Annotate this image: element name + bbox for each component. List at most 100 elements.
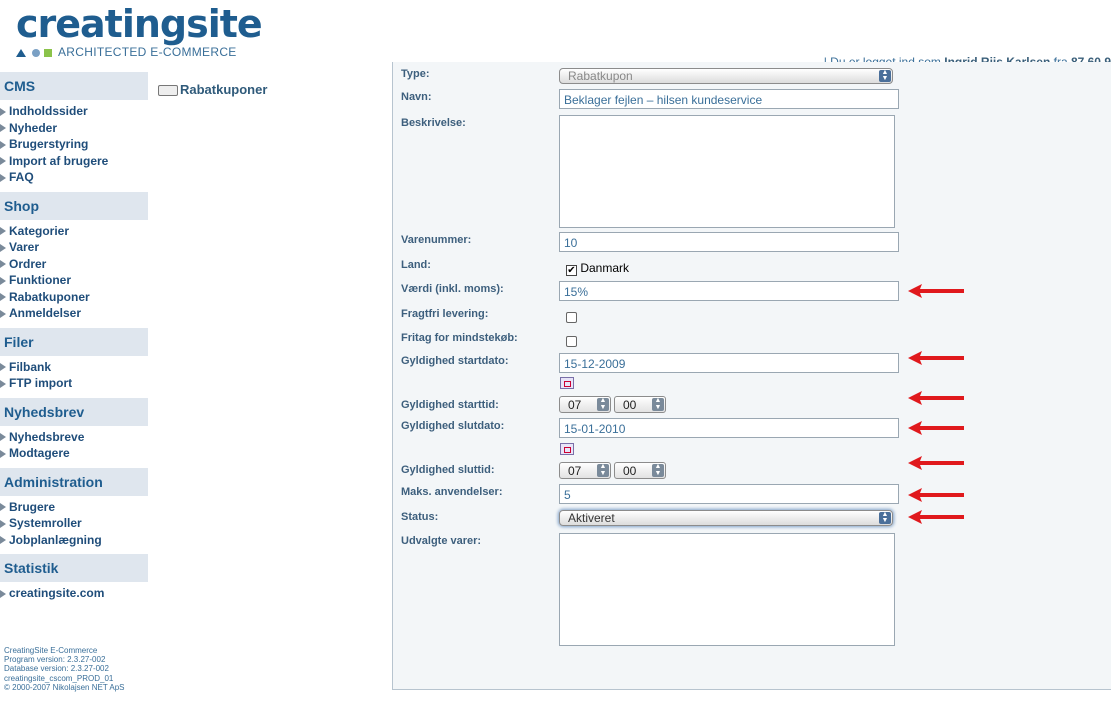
triangle-right-icon [0, 536, 6, 545]
sidebar-item-label: Import af brugere [9, 153, 109, 168]
free-shipping-label: Fragtfri levering: [401, 308, 489, 320]
sidebar-item[interactable]: Import af brugere [0, 153, 148, 170]
select-arrows-icon: ▲ ▼ [652, 463, 664, 477]
annotation-arrow-icon [908, 391, 964, 405]
triangle-right-icon [0, 276, 6, 285]
version-info: CreatingSite E-Commerce Program version:… [4, 646, 125, 692]
sidebar-item-label: Varer [9, 240, 40, 254]
triangle-right-icon [0, 503, 6, 512]
calendar-icon[interactable] [560, 377, 574, 389]
type-select[interactable]: Rabatkupon ▲ ▼ [559, 68, 893, 84]
sidebar-item[interactable]: Varer [0, 239, 148, 256]
sidebar-item[interactable]: Filbank [0, 359, 148, 376]
sidebar-item-label: Filbank [9, 359, 52, 374]
sidebar-item[interactable]: Funktioner [0, 272, 148, 289]
status-select[interactable]: Aktiveret ▲ ▼ [559, 510, 893, 526]
sidebar-item-label: Nyhedsbreve [9, 429, 85, 444]
sidebar-item[interactable]: Nyheder [0, 120, 148, 137]
coupon-form: Type: Rabatkupon ▲ ▼ Navn: Beklager fejlen… [392, 62, 1111, 690]
sidebar-item[interactable]: creatingsite.com [0, 585, 148, 602]
triangle-right-icon [0, 227, 6, 236]
end-date-field[interactable]: 15-01-2010 [559, 418, 899, 438]
calendar-icon[interactable] [560, 443, 574, 455]
triangle-right-icon [0, 363, 6, 372]
sidebar-item[interactable]: Systemroller [0, 515, 148, 532]
min-purchase-checkbox[interactable] [566, 336, 577, 347]
end-hour-select[interactable]: 07 ▲ ▼ [559, 462, 611, 479]
sidebar-item[interactable]: Anmeldelser [0, 305, 148, 322]
sidebar-item-label: Systemroller [9, 516, 82, 530]
sidebar-item-label: FAQ [9, 170, 34, 184]
tagline: ARCHITECTED E-COMMERCE [16, 45, 237, 59]
sidebar-section-items: Filbank FTP import [0, 356, 148, 398]
value-label: Værdi (inkl. moms): [401, 283, 504, 295]
start-date-label: Gyldighed startdato: [401, 355, 509, 367]
sidebar-item-label: Rabatkuponer [9, 289, 90, 304]
country-name: Danmark [580, 261, 630, 275]
sidebar-item[interactable]: Indholdssider [0, 103, 148, 120]
triangle-right-icon [0, 309, 6, 318]
sidebar-item-label: Indholdssider [9, 104, 88, 118]
description-textarea[interactable] [559, 115, 895, 228]
triangle-right-icon [0, 140, 6, 149]
start-minute-select[interactable]: 00 ▲ ▼ [614, 396, 666, 413]
sidebar-section-items: Brugere Systemroller Jobplanlægning [0, 496, 148, 555]
end-minute-value: 00 [623, 464, 637, 478]
description-label: Beskrivelse: [401, 117, 466, 129]
triangle-right-icon [0, 157, 6, 166]
sidebar-item[interactable]: FAQ [0, 169, 148, 186]
value-field[interactable]: 15% [559, 281, 899, 301]
sidebar-section-title: Shop [0, 191, 148, 220]
sidebar-item[interactable]: Brugerstyring [0, 136, 148, 153]
logo[interactable]: creatingsite [16, 2, 263, 46]
triangle-right-icon [0, 173, 6, 182]
select-arrows-icon: ▲ ▼ [879, 511, 891, 524]
triangle-right-icon [0, 589, 6, 598]
sidebar-item-label: Nyheder [9, 120, 58, 135]
item-number-field[interactable]: 10 [559, 232, 899, 252]
free-shipping-checkbox[interactable] [566, 312, 577, 323]
start-date-field[interactable]: 15-12-2009 [559, 353, 899, 373]
annotation-arrow-icon [908, 456, 964, 470]
sidebar-item[interactable]: Kategorier [0, 223, 148, 240]
sidebar-item[interactable]: Jobplanlægning [0, 532, 148, 549]
sidebar-item[interactable]: Brugere [0, 499, 148, 516]
triangle-right-icon [0, 379, 6, 388]
triangle-right-icon [0, 260, 6, 269]
sidebar-item[interactable]: Ordrer [0, 256, 148, 273]
triangle-right-icon [0, 433, 6, 442]
sidebar-item-label: Anmeldelser [9, 306, 82, 320]
sidebar-section-items: creatingsite.com [0, 582, 148, 608]
status-label: Status: [401, 511, 439, 523]
start-hour-select[interactable]: 07 ▲ ▼ [559, 396, 611, 413]
sidebar: CMS Indholdssider Nyheder Brugerstyring Impo… [0, 72, 148, 703]
sidebar-item-label: Modtagere [9, 446, 70, 460]
triangle-right-icon [0, 449, 6, 458]
triangle-right-icon [0, 519, 6, 528]
logo-text: creatingsite [16, 2, 263, 46]
end-minute-select[interactable]: 00 ▲ ▼ [614, 462, 666, 479]
country-label: Land: [401, 259, 431, 271]
max-uses-field[interactable]: 5 [559, 484, 899, 504]
country-checkbox[interactable]: ✔ [566, 265, 577, 276]
name-field[interactable]: Beklager fejlen – hilsen kundeservice [559, 89, 899, 109]
name-label: Navn: [401, 91, 432, 103]
sidebar-section-title: Filer [0, 327, 148, 356]
annotation-arrow-icon [908, 488, 964, 502]
status-select-value: Aktiveret [568, 511, 615, 525]
sidebar-item[interactable]: Rabatkuponer [0, 289, 148, 306]
sidebar-item[interactable]: Nyhedsbreve [0, 429, 148, 446]
sidebar-section-title: CMS [0, 72, 148, 100]
type-label: Type: [401, 68, 430, 80]
start-minute-value: 00 [623, 398, 637, 412]
select-arrows-icon: ▲ ▼ [597, 463, 609, 477]
sidebar-item-label: Ordrer [9, 256, 47, 271]
country-option[interactable]: ✔ Danmark [566, 261, 629, 276]
sidebar-item-label: Brugerstyring [9, 137, 89, 151]
sidebar-item[interactable]: FTP import [0, 375, 148, 392]
end-date-label: Gyldighed slutdato: [401, 420, 505, 432]
sidebar-item[interactable]: Modtagere [0, 445, 148, 462]
selected-items-list[interactable] [559, 533, 895, 646]
min-purchase-label: Fritag for mindstekøb: [401, 332, 518, 344]
logo-shapes-icon [16, 48, 52, 57]
